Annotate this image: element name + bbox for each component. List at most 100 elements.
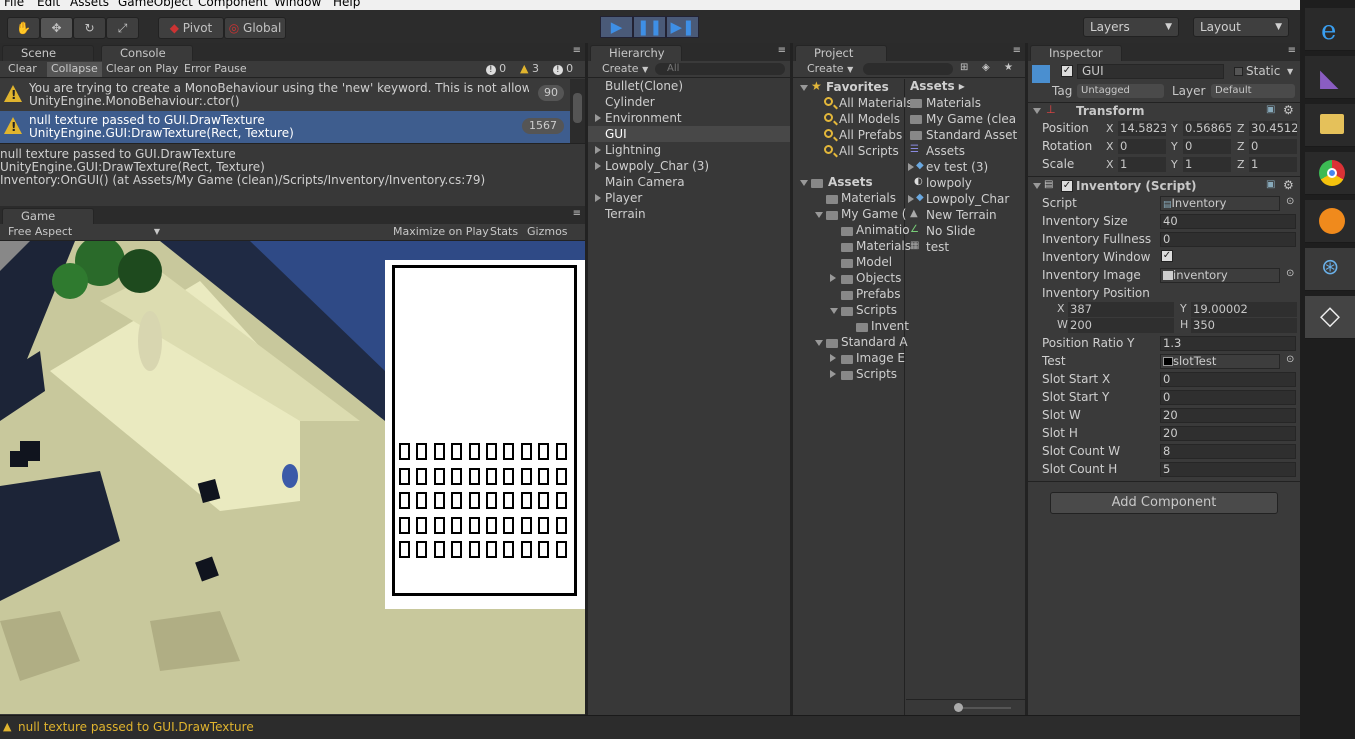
add-component-button[interactable]: Add Component [1050, 492, 1278, 514]
panel-menu-icon[interactable]: ≡ [778, 45, 786, 56]
hierarchy-search-input[interactable]: All [655, 63, 785, 75]
collapse-arrow-icon[interactable] [830, 308, 838, 314]
component-header[interactable]: Inventory (Script) [1076, 179, 1197, 193]
error-pause-button[interactable]: Error Pause [180, 62, 251, 77]
position-ratio-y-field[interactable]: 1.3 [1160, 336, 1296, 351]
aspect-dropdown[interactable]: Free Aspect ▼ [4, 225, 162, 240]
expand-arrow-icon[interactable] [595, 146, 601, 154]
menu-gameobject[interactable]: GameObject [118, 0, 193, 9]
hierarchy-item[interactable]: Lowpoly_Char (3) [605, 159, 709, 173]
gear-icon[interactable]: ⚙ [1283, 103, 1294, 117]
favorite-item[interactable]: All Models [839, 112, 900, 126]
inventory-slot[interactable] [503, 516, 515, 534]
collapse-arrow-icon[interactable] [815, 340, 823, 346]
inventory-slot[interactable] [451, 443, 463, 460]
inventory-slot[interactable] [399, 541, 410, 558]
menu-assets[interactable]: Assets [70, 0, 109, 9]
inventory-slot[interactable] [555, 541, 567, 558]
inventory-slot[interactable] [416, 492, 428, 509]
collapse-arrow-icon[interactable] [1033, 108, 1041, 114]
breadcrumb[interactable]: Assets ▸ [910, 79, 965, 93]
inventory-window-checkbox[interactable]: ✓ [1161, 250, 1173, 262]
inventory-slot[interactable] [451, 467, 463, 485]
object-name-input[interactable]: GUI [1077, 64, 1224, 79]
hierarchy-item[interactable]: Main Camera [605, 175, 685, 189]
hierarchy-item[interactable]: Environment [605, 111, 682, 125]
inventory-slot[interactable] [520, 467, 532, 485]
inventory-slot[interactable] [416, 467, 428, 485]
maximize-on-play-button[interactable]: Maximize on Play [389, 225, 493, 240]
panel-menu-icon[interactable]: ≡ [1288, 45, 1296, 56]
inventory-slot[interactable] [468, 443, 480, 460]
inventory-slot[interactable] [555, 516, 567, 534]
collapse-arrow-icon[interactable] [815, 212, 823, 218]
tab-project[interactable]: Project [795, 45, 887, 61]
layer-dropdown[interactable]: Default [1211, 84, 1295, 98]
console-message-row[interactable]: You are trying to create a MonoBehaviour… [0, 79, 570, 111]
create-dropdown[interactable]: Create ▼ [803, 62, 857, 77]
scale-x-field[interactable]: 1 [1118, 157, 1166, 172]
object-picker-icon[interactable]: ⊙ [1286, 354, 1294, 365]
icon-size-slider[interactable] [956, 707, 1011, 709]
favorite-item[interactable]: All Scripts [839, 144, 899, 158]
remote-desktop-icon[interactable]: ⊛ [1305, 248, 1355, 291]
clear-on-play-button[interactable]: Clear on Play [102, 62, 182, 77]
play-button[interactable]: ▶ [600, 16, 633, 38]
panel-menu-icon[interactable]: ≡ [1013, 45, 1021, 56]
game-view[interactable] [0, 241, 585, 714]
inventory-slot[interactable] [468, 467, 480, 485]
step-button[interactable]: ▶❚ [666, 16, 699, 38]
file-item[interactable]: ev test (3) [926, 160, 988, 174]
hierarchy-item[interactable]: Lightning [605, 143, 661, 157]
unity-icon[interactable]: ◇ [1305, 296, 1355, 339]
pivot-button[interactable]: ◆ Pivot [158, 17, 224, 39]
filter-label-icon[interactable]: ◈ [982, 62, 990, 73]
visual-studio-icon[interactable]: ◣ [1305, 56, 1355, 99]
position-z-field[interactable]: 30.4512 [1249, 121, 1297, 136]
collapse-button[interactable]: Collapse [47, 62, 102, 77]
inventory-slot[interactable] [486, 516, 497, 534]
rotation-z-field[interactable]: 0 [1249, 139, 1297, 154]
inventory-slot[interactable] [468, 541, 480, 558]
tab-inspector[interactable]: Inspector [1030, 45, 1122, 61]
file-item[interactable]: New Terrain [926, 208, 997, 222]
inventory-slot[interactable] [399, 516, 410, 534]
inventory-slot[interactable] [416, 541, 428, 558]
component-enabled-checkbox[interactable]: ✓ [1061, 180, 1073, 192]
file-item[interactable]: test [926, 240, 949, 254]
panel-menu-icon[interactable]: ≡ [573, 45, 581, 56]
inventory-slot[interactable] [399, 443, 410, 460]
tree-item[interactable]: Prefabs [856, 287, 901, 301]
expand-arrow-icon[interactable] [595, 114, 601, 122]
expand-arrow-icon[interactable] [830, 274, 836, 282]
scrollbar-thumb[interactable] [573, 93, 582, 123]
inventory-slot[interactable] [503, 541, 515, 558]
file-item[interactable]: No Slide [926, 224, 975, 238]
tag-dropdown[interactable]: Untagged [1077, 84, 1164, 98]
slot-start-y-field[interactable]: 0 [1160, 390, 1296, 405]
clear-button[interactable]: Clear [4, 62, 41, 77]
expand-arrow-icon[interactable] [830, 354, 836, 362]
tree-item[interactable]: Standard A [841, 335, 908, 349]
inventory-slot[interactable] [503, 443, 515, 460]
inventory-slot[interactable] [399, 467, 410, 485]
move-tool-icon[interactable]: ✥ [40, 17, 73, 39]
menu-file[interactable]: File [4, 0, 24, 9]
gear-icon[interactable]: ⚙ [1283, 178, 1294, 192]
tree-item[interactable]: Model [856, 255, 892, 269]
inventory-size-field[interactable]: 40 [1160, 214, 1296, 229]
gizmos-button[interactable]: Gizmos ▼ [523, 225, 578, 251]
inventory-slot[interactable] [433, 467, 445, 485]
inventory-slot[interactable] [520, 516, 532, 534]
slot-count-w-field[interactable]: 8 [1160, 444, 1296, 459]
position-x-field[interactable]: 14.5823 [1118, 121, 1166, 136]
inventory-slot[interactable] [468, 516, 480, 534]
inventory-slot[interactable] [433, 516, 445, 534]
menu-window[interactable]: Window [274, 0, 321, 9]
help-icon[interactable]: ▣ [1266, 179, 1275, 190]
tree-item[interactable]: Materials [841, 191, 896, 205]
hierarchy-item-selected[interactable]: GUI [605, 127, 627, 141]
help-icon[interactable]: ▣ [1266, 104, 1275, 115]
star-icon[interactable]: ★ [1004, 62, 1013, 73]
expand-arrow-icon[interactable] [908, 163, 914, 171]
